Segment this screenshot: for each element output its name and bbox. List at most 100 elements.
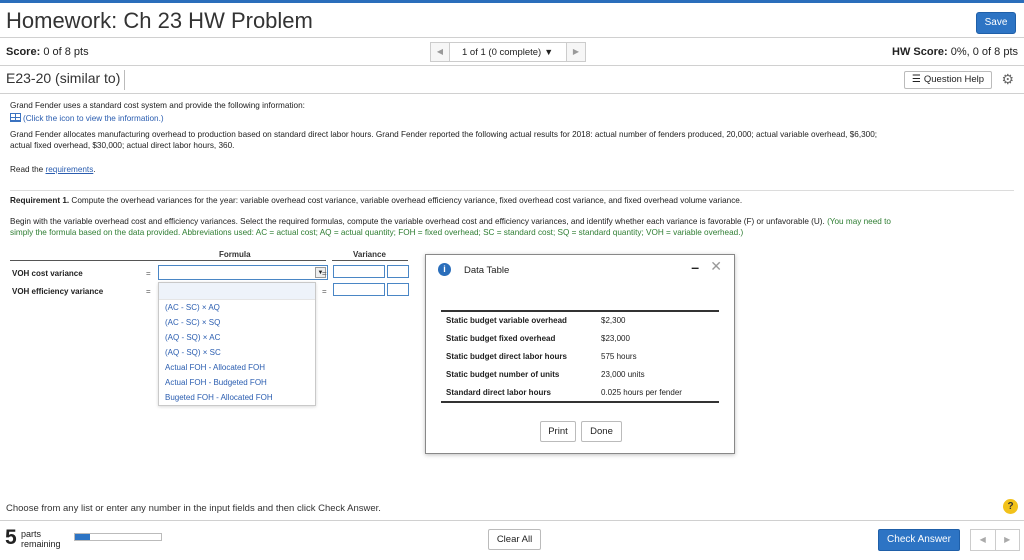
equals-sign: = bbox=[322, 287, 327, 296]
instructions-hint-start: (You may need to bbox=[824, 217, 891, 226]
variance-header: Variance bbox=[353, 250, 386, 259]
next-question-button[interactable]: ▶ bbox=[994, 530, 1020, 550]
help-icon[interactable]: ? bbox=[1003, 499, 1018, 514]
done-button[interactable]: Done bbox=[581, 421, 622, 442]
dropdown-option[interactable]: Actual FOH - Budgeted FOH bbox=[159, 375, 315, 390]
pager-next-button[interactable]: ▶ bbox=[566, 42, 586, 62]
equals-sign: = bbox=[322, 269, 327, 278]
top-bar: Homework: Ch 23 HW Problem Save bbox=[0, 0, 1024, 38]
hw-score-label: HW Score: bbox=[892, 46, 948, 58]
voh-efficiency-fu-select[interactable] bbox=[387, 283, 409, 296]
read-suffix: . bbox=[93, 165, 96, 174]
row-value: $2,300 bbox=[601, 316, 626, 326]
parts-remaining-label: parts remaining bbox=[21, 529, 61, 549]
clear-all-button[interactable]: Clear All bbox=[488, 529, 541, 550]
data-table-dialog: i Data Table – ✕ Static budget variable … bbox=[425, 254, 735, 454]
score: Score: 0 of 8 pts bbox=[6, 46, 89, 58]
table-icon[interactable] bbox=[10, 113, 21, 122]
print-button[interactable]: Print bbox=[540, 421, 576, 442]
requirement-body: Compute the overhead variances for the y… bbox=[69, 196, 743, 205]
instructions-hint: simply the formula based on the data pro… bbox=[10, 228, 744, 237]
variance-header-rule bbox=[332, 260, 408, 261]
row-label: Static budget fixed overhead bbox=[446, 334, 556, 344]
question-help-button[interactable]: ☰ Question Help bbox=[904, 71, 992, 89]
voh-cost-variance-label: VOH cost variance bbox=[12, 269, 83, 278]
dropdown-option[interactable]: Bugeted FOH - Allocated FOH bbox=[159, 390, 315, 405]
hw-score: HW Score: 0%, 0 of 8 pts bbox=[892, 46, 1018, 58]
formula-header-rule bbox=[10, 260, 326, 261]
divider bbox=[10, 190, 1014, 191]
table-row: Static budget number of units 23,000 unit… bbox=[441, 365, 719, 383]
save-button[interactable]: Save bbox=[976, 12, 1016, 34]
formula-header: Formula bbox=[219, 250, 251, 259]
table-row: Static budget fixed overhead $23,000 bbox=[441, 330, 719, 348]
voh-cost-fu-select[interactable] bbox=[387, 265, 409, 278]
table-row: Static budget variable overhead $2,300 bbox=[441, 312, 719, 330]
question-bar: E23-20 (similar to) ☰ Question Help ⚙ bbox=[0, 66, 1024, 94]
instructions-text: Begin with the variable overhead cost an… bbox=[10, 217, 825, 226]
prev-question-button[interactable]: ◀ bbox=[971, 530, 995, 550]
dialog-title: Data Table bbox=[464, 265, 510, 276]
list-icon: ☰ bbox=[911, 74, 921, 85]
score-value: 0 of 8 pts bbox=[43, 46, 89, 58]
table-row: Static budget direct labor hours 575 hour… bbox=[441, 348, 719, 366]
parts-label-line2: remaining bbox=[21, 539, 61, 549]
score-label: Score: bbox=[6, 46, 41, 58]
pager-text: 1 of 1 (0 complete) bbox=[462, 47, 542, 58]
equals-sign: = bbox=[146, 269, 151, 278]
read-requirements: Read the requirements. bbox=[10, 164, 96, 175]
requirements-link[interactable]: requirements bbox=[46, 165, 94, 174]
read-prefix: Read the bbox=[10, 165, 44, 174]
row-value: 23,000 units bbox=[601, 369, 645, 379]
formula-table: Formula Variance VOH cost variance = ▼ =… bbox=[10, 250, 410, 410]
row-value: 575 hours bbox=[601, 351, 637, 361]
requirement-label: Requirement 1. bbox=[10, 196, 70, 205]
pager-prev-button[interactable]: ◀ bbox=[430, 42, 450, 62]
dropdown-option[interactable]: (AQ - SQ) × SC bbox=[159, 345, 315, 360]
question-nav: ◀ ▶ bbox=[970, 529, 1020, 551]
parts-label-line1: parts bbox=[21, 529, 42, 539]
gear-icon[interactable]: ⚙ bbox=[1001, 71, 1014, 88]
progress-bar bbox=[74, 533, 162, 541]
dropdown-blank-option[interactable] bbox=[159, 283, 315, 300]
row-label: Standard direct labor hours bbox=[446, 387, 551, 397]
instructions-line1: Begin with the variable overhead cost an… bbox=[10, 216, 891, 227]
info-icon: i bbox=[438, 263, 451, 276]
intro-text: Grand Fender uses a standard cost system… bbox=[10, 101, 305, 110]
table-row: Standard direct labor hours 0.025 hours p… bbox=[441, 383, 719, 401]
close-icon[interactable]: ✕ bbox=[710, 258, 722, 275]
minimize-icon[interactable]: – bbox=[691, 259, 699, 275]
info-row: (Click the icon to view the information.… bbox=[10, 113, 164, 124]
dropdown-option[interactable]: (AC - SC) × SQ bbox=[159, 315, 315, 330]
voh-efficiency-variance-label: VOH efficiency variance bbox=[12, 287, 104, 296]
row-value: 0.025 hours per fender bbox=[601, 387, 682, 397]
pager-select[interactable]: 1 of 1 (0 complete) ▼ bbox=[450, 42, 566, 62]
hw-score-value: 0%, 0 of 8 pts bbox=[950, 46, 1018, 58]
info-link[interactable]: (Click the icon to view the information.… bbox=[23, 114, 164, 123]
bottom-bar: 5 parts remaining Clear All Check Answer … bbox=[0, 520, 1024, 560]
dropdown-option[interactable]: (AQ - SQ) × AC bbox=[159, 330, 315, 345]
equals-sign: = bbox=[146, 287, 151, 296]
page-title: Homework: Ch 23 HW Problem bbox=[6, 8, 313, 33]
formula-dropdown: (AC - SC) × AQ (AC - SC) × SQ (AQ - SQ) … bbox=[158, 282, 316, 406]
row-label: Static budget variable overhead bbox=[446, 316, 567, 326]
parts-remaining-count: 5 bbox=[5, 526, 17, 549]
question-pager: ◀ 1 of 1 (0 complete) ▼ ▶ bbox=[430, 42, 586, 62]
data-table: Static budget variable overhead $2,300 St… bbox=[441, 310, 719, 403]
score-bar: Score: 0 of 8 pts ◀ 1 of 1 (0 complete) ▼… bbox=[0, 38, 1024, 66]
check-answer-button[interactable]: Check Answer bbox=[878, 529, 960, 551]
dropdown-option[interactable]: (AC - SC) × AQ bbox=[159, 300, 315, 315]
question-help-label: Question Help bbox=[923, 74, 985, 85]
dropdown-option[interactable]: Actual FOH - Allocated FOH bbox=[159, 360, 315, 375]
progress-fill bbox=[75, 534, 91, 540]
row-value: $23,000 bbox=[601, 334, 630, 344]
info-paragraph-line2: actual fixed overhead, $30,000; actual d… bbox=[10, 141, 235, 150]
voh-cost-formula-select[interactable]: ▼ bbox=[158, 265, 328, 280]
footer-instructions: Choose from any list or enter any number… bbox=[6, 503, 381, 514]
requirement-text: Requirement 1. Compute the overhead vari… bbox=[10, 195, 742, 206]
info-paragraph-line1: Grand Fender allocates manufacturing ove… bbox=[10, 130, 878, 139]
row-label: Static budget direct labor hours bbox=[446, 351, 567, 361]
voh-cost-variance-input[interactable] bbox=[333, 265, 385, 278]
voh-efficiency-variance-input[interactable] bbox=[333, 283, 385, 296]
row-label: Static budget number of units bbox=[446, 369, 560, 379]
